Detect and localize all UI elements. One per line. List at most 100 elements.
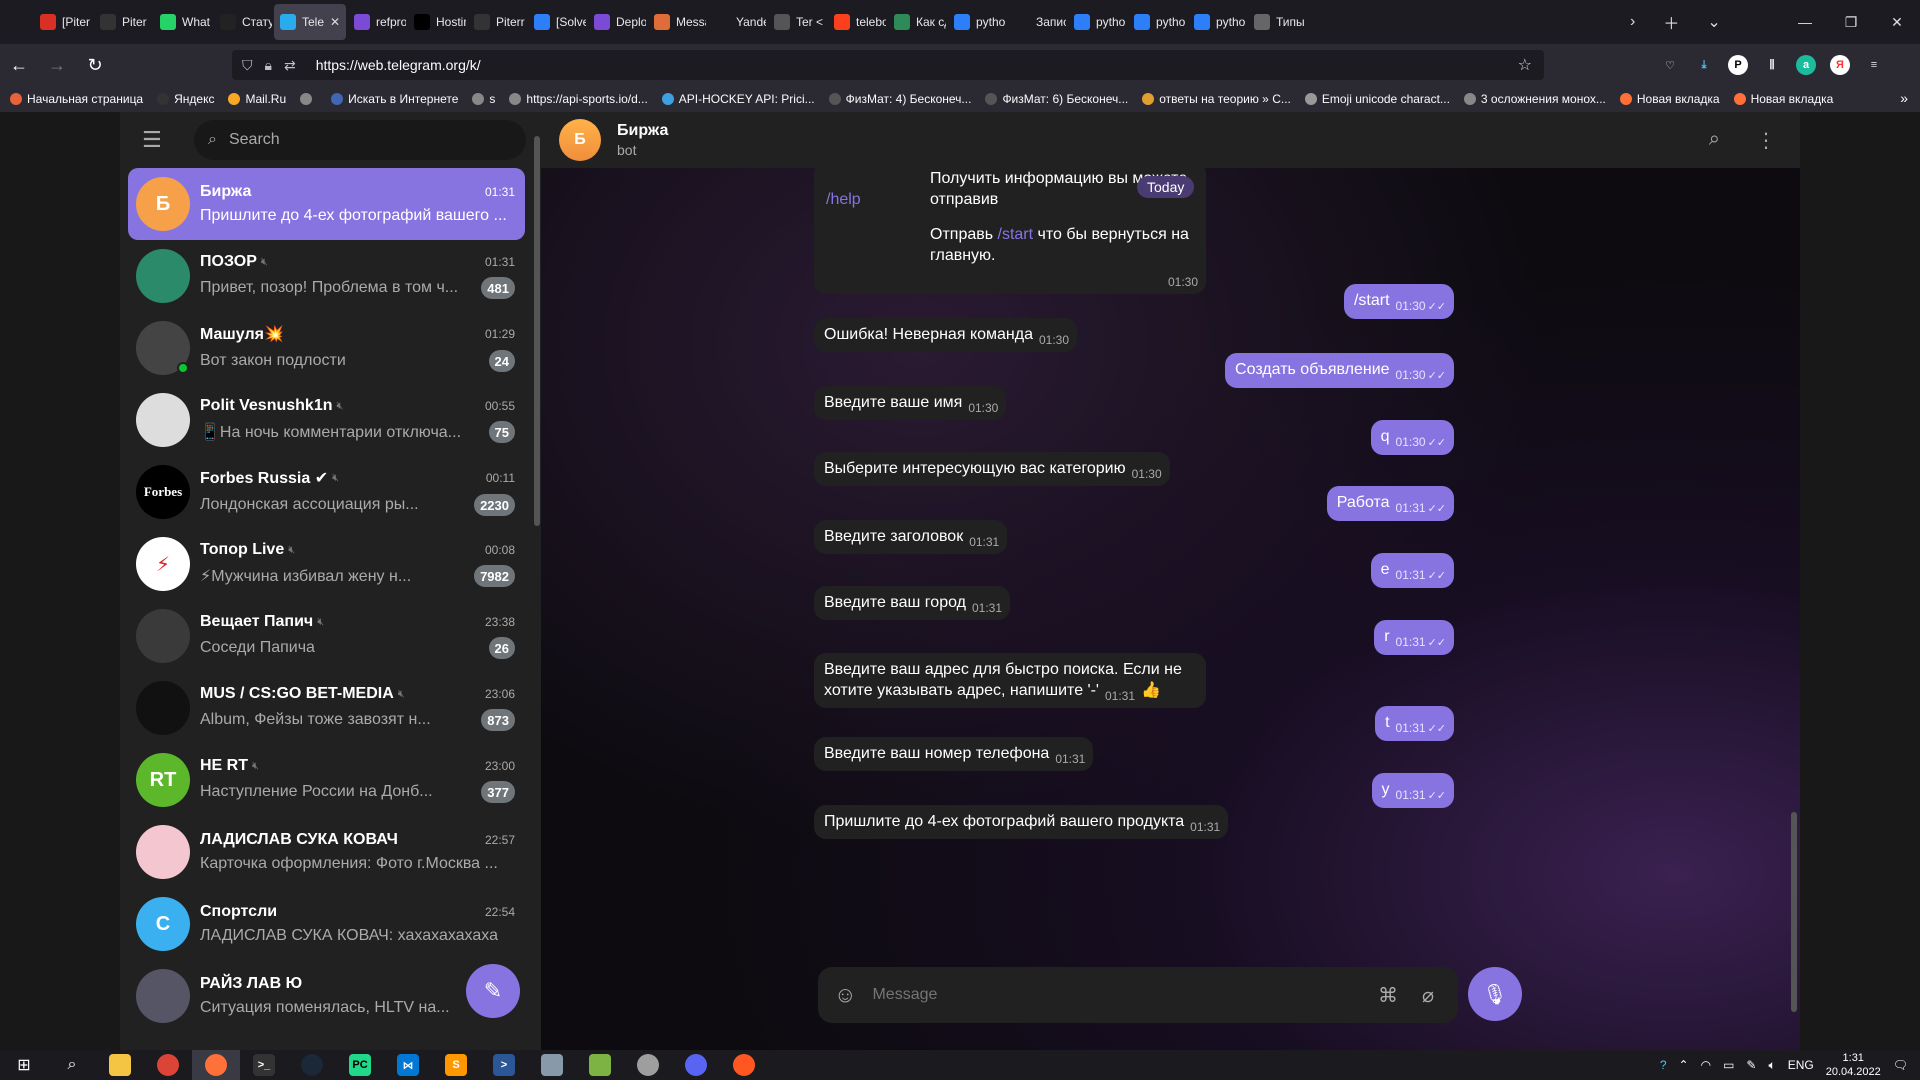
- attach-icon[interactable]: ⌀: [1422, 983, 1434, 1008]
- extension-a-icon[interactable]: a: [1796, 55, 1816, 75]
- network-icon[interactable]: ◠: [1701, 1058, 1711, 1072]
- pycharm-icon[interactable]: PC: [336, 1050, 384, 1080]
- browser-tab[interactable]: What: [154, 4, 212, 40]
- bookmark-item[interactable]: ответы на теорию » С...: [1142, 92, 1291, 106]
- bookmark-item[interactable]: Яндекс: [157, 92, 214, 106]
- browser-tab[interactable]: Yandex.Co: [708, 4, 766, 40]
- chat-list-item[interactable]: Вещает Папич 🔇︎ 23:38 Соседи Папича 26: [128, 600, 525, 672]
- notifications-icon[interactable]: 🗨︎: [1893, 1058, 1908, 1072]
- browser-tab[interactable]: Типы: [1248, 4, 1306, 40]
- emoji-icon[interactable]: ☺: [834, 982, 856, 1008]
- vscode-icon[interactable]: ⋈: [384, 1050, 432, 1080]
- bot-commands-icon[interactable]: ⌘: [1378, 983, 1398, 1008]
- browser-tab[interactable]: Tele ✕: [274, 4, 346, 40]
- browser-tab[interactable]: Как сд: [888, 4, 946, 40]
- hamburger-menu-icon[interactable]: ☰: [142, 127, 182, 153]
- back-button[interactable]: ←: [0, 55, 38, 76]
- bookmark-item[interactable]: API-HOCKEY API: Prici...: [661, 92, 815, 106]
- browser-tab[interactable]: Piterr: [468, 4, 526, 40]
- minimize-button[interactable]: —: [1782, 14, 1828, 30]
- chat-list-item[interactable]: С Спортсли 22:54 ЛАДИСЛАВ СУКА КОВАЧ: хахах…: [128, 888, 525, 960]
- bookmark-star-icon[interactable]: ☆: [1518, 55, 1532, 75]
- terminal-icon[interactable]: >_: [240, 1050, 288, 1080]
- browser-tab[interactable]: Messa: [648, 4, 706, 40]
- bookmark-item[interactable]: 3 осложнения монох...: [1463, 92, 1606, 106]
- menu-icon[interactable]: ≡: [1864, 55, 1884, 75]
- browser-tab[interactable]: Ter <: [768, 4, 826, 40]
- bookmark-item[interactable]: Искать в Интернете: [331, 92, 458, 106]
- browser-tab[interactable]: [Solve: [528, 4, 586, 40]
- tab-scroll-right-icon[interactable]: ›: [1630, 13, 1635, 31]
- bookmark-item[interactable]: ФизМат: 4) Бесконеч...: [828, 92, 971, 106]
- notepad-icon[interactable]: [576, 1050, 624, 1080]
- browser-tab[interactable]: Piter: [94, 4, 152, 40]
- windows-start-icon[interactable]: ⊞: [0, 1050, 48, 1080]
- chat-list-item[interactable]: Б Биржа 01:31 Пришлите до 4-ех фотографий в…: [128, 168, 525, 240]
- steam-icon[interactable]: [288, 1050, 336, 1080]
- list-all-tabs-icon[interactable]: ⌄: [1707, 12, 1720, 32]
- browser-tab[interactable]: pytho: [1068, 4, 1126, 40]
- browser-tab[interactable]: pytho: [948, 4, 1006, 40]
- shield-icon[interactable]: ⛉: [242, 57, 253, 74]
- pen-icon[interactable]: ✎: [1746, 1058, 1756, 1072]
- chat-list-item[interactable]: RT НЕ RT 🔇︎ 23:00 Наступление России на Донб…: [128, 744, 525, 816]
- close-window-button[interactable]: ✕: [1874, 14, 1920, 31]
- browser-tab[interactable]: telebo: [828, 4, 886, 40]
- bookmark-item[interactable]: https://api-sports.io/d...: [509, 92, 648, 106]
- yandex-icon[interactable]: Я: [1830, 55, 1850, 75]
- powershell-icon[interactable]: >: [480, 1050, 528, 1080]
- browser-tab[interactable]: refpro: [348, 4, 406, 40]
- new-tab-button[interactable]: ＋: [1663, 10, 1679, 34]
- browser-tab[interactable]: Запись ку: [1008, 4, 1066, 40]
- url-bar[interactable]: ⛉ 🔒︎ ⇄ https://web.telegram.org/k/ ☆: [232, 50, 1544, 80]
- sublime-icon[interactable]: S: [432, 1050, 480, 1080]
- reload-button[interactable]: ↻: [76, 55, 114, 76]
- browser-tab[interactable]: pytho: [1188, 4, 1246, 40]
- settings-app-icon[interactable]: [624, 1050, 672, 1080]
- browser-tab[interactable]: [Piter: [34, 4, 92, 40]
- chat-list-item[interactable]: Polit Vesnushk1n 🔇︎ 00:55 📱На ночь коммента…: [128, 384, 525, 456]
- more-options-icon[interactable]: ⋮: [1756, 128, 1776, 153]
- bookmark-item[interactable]: Новая вкладка: [1733, 92, 1833, 106]
- show-hidden-icons-icon[interactable]: ⌃: [1679, 1058, 1689, 1072]
- bookmark-item[interactable]: Начальная страница: [10, 92, 143, 106]
- browser-tab[interactable]: Deplo: [588, 4, 646, 40]
- clock[interactable]: 1:31 20.04.2022: [1826, 1051, 1881, 1079]
- pocket-icon[interactable]: ♡: [1660, 55, 1680, 75]
- chat-header[interactable]: Б Биржа bot ⌕ ⋮: [541, 112, 1800, 168]
- help-command-link[interactable]: /help: [826, 191, 861, 208]
- app-icon[interactable]: [528, 1050, 576, 1080]
- chat-list-item[interactable]: ПОЗОР 🔇︎ 01:31 Привет, позор! Проблема в то…: [128, 240, 525, 312]
- bookmark-item[interactable]: Emoji unicode charact...: [1304, 92, 1450, 106]
- new-message-button[interactable]: ✎: [466, 964, 520, 1018]
- chat-list-item[interactable]: ЛАДИСЛАВ СУКА КОВАЧ 22:57 Карточка оформле…: [128, 816, 525, 888]
- bookmark-item[interactable]: ФизМат: 6) Бесконеч...: [985, 92, 1128, 106]
- browser-tab[interactable]: pytho: [1128, 4, 1186, 40]
- search-input[interactable]: ⌕ Search: [194, 120, 526, 160]
- chat-avatar[interactable]: Б: [559, 119, 601, 161]
- bookmark-item[interactable]: Новая вкладка: [1619, 92, 1720, 106]
- chat-list-item[interactable]: РАЙЗ ЛАВ Ю Ситуация поменялась, HLTV на..…: [128, 960, 525, 1032]
- close-tab-icon[interactable]: ✕: [330, 15, 340, 29]
- voice-record-button[interactable]: 🎙︎: [1468, 967, 1522, 1021]
- chat-list-item[interactable]: MUS / CS:GO BET-MEDIA 🔇︎ 23:06 Album, Фейзы…: [128, 672, 525, 744]
- discord-icon[interactable]: [672, 1050, 720, 1080]
- permissions-icon[interactable]: ⇄: [284, 57, 296, 74]
- lock-icon[interactable]: 🔒︎: [265, 57, 272, 74]
- browser-tab[interactable]: Hostin: [408, 4, 466, 40]
- start-command-link[interactable]: /start: [998, 226, 1034, 243]
- restore-button[interactable]: ❐: [1828, 14, 1874, 31]
- downloads-icon[interactable]: ⤓: [1694, 55, 1714, 75]
- message-input[interactable]: [872, 986, 1378, 1004]
- more-bookmarks-icon[interactable]: »: [1900, 90, 1908, 106]
- bookmark-item[interactable]: Mail.Ru: [228, 92, 286, 106]
- chat-list-item[interactable]: ⚡ Топор Live 🔇︎ 00:08 ⚡Мужчина избивал жену …: [128, 528, 525, 600]
- firefox-icon[interactable]: [192, 1050, 240, 1080]
- sidebar-scrollbar[interactable]: [534, 136, 540, 526]
- chat-scrollbar[interactable]: [1791, 812, 1797, 1012]
- browser-tab[interactable]: Стату: [214, 4, 272, 40]
- volume-icon[interactable]: 🔈︎: [1768, 1058, 1775, 1073]
- reaction-badge[interactable]: 👍: [1141, 682, 1161, 699]
- file-explorer-icon[interactable]: [96, 1050, 144, 1080]
- search-icon[interactable]: ⌕: [48, 1050, 96, 1080]
